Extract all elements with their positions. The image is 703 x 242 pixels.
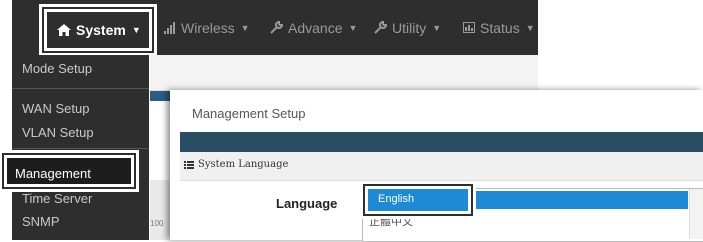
nav-utility-menu[interactable]: Utility ▼ [374,0,441,55]
nav-status-label: Status [480,19,520,36]
language-option-english[interactable]: English [363,184,473,216]
menu-item-management[interactable]: Management [2,153,136,189]
chevron-down-icon: ▼ [348,22,358,33]
wrench-icon [374,21,387,34]
home-icon [57,24,71,36]
chevron-down-icon: ▼ [240,22,250,33]
menu-item-mode-setup[interactable]: Mode Setup [22,61,92,76]
nav-wireless-menu[interactable]: Wireless ▼ [164,0,250,55]
language-option[interactable]: 正體中文 [369,213,413,229]
management-setup-panel: Management Setup System Language Languag… [170,90,703,242]
signal-icon [164,21,176,34]
page-header-area [150,55,538,91]
nav-advance-label: Advance [288,19,343,36]
menu-item-vlan-setup[interactable]: VLAN Setup [22,125,94,140]
nav-system-label: System [76,22,126,38]
top-navbar: System ▼ Wireless ▼ Advance ▼ Utility ▼ … [12,0,538,55]
system-dropdown-menu: Mode Setup WAN Setup VLAN Setup Time Ser… [12,55,149,240]
menu-divider [12,88,149,89]
chevron-down-icon: ▼ [525,22,535,33]
chart-icon [463,22,475,33]
menu-divider [12,148,149,149]
panel-title: Management Setup [192,106,306,121]
wrench-icon [270,21,283,34]
language-label: Language [276,196,338,211]
menu-item-wan-setup[interactable]: WAN Setup [22,101,89,116]
nav-advance-menu[interactable]: Advance ▼ [270,0,357,55]
select-scrollbar[interactable] [689,189,703,239]
nav-system-menu[interactable]: System ▼ [42,7,154,53]
chevron-down-icon: ▼ [131,25,141,35]
gauge-tick-label: 100 [150,219,164,228]
section-header: System Language [180,152,703,181]
menu-item-snmp[interactable]: SNMP [22,214,60,229]
chevron-down-icon: ▼ [432,22,442,33]
panel-header-bar [180,132,703,152]
nav-status-menu[interactable]: Status ▼ [463,0,535,55]
nav-utility-label: Utility [392,19,427,36]
menu-item-time-server[interactable]: Time Server [22,191,92,206]
section-title: System Language [198,159,289,170]
list-icon [184,160,194,169]
nav-wireless-label: Wireless [181,19,235,36]
